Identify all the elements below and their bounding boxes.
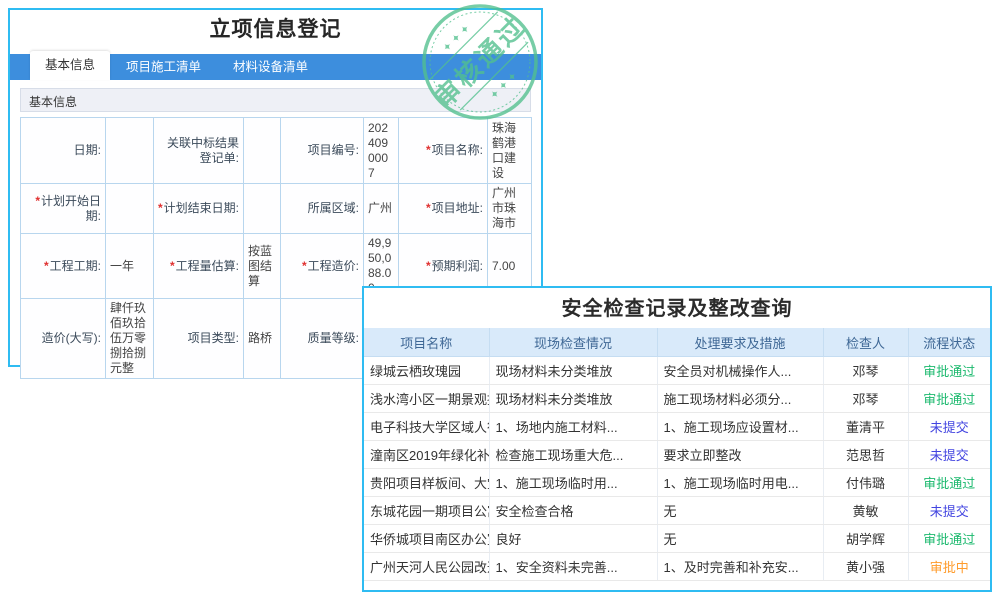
project-name-link[interactable]: 贵阳项目样板间、大堂、 — [364, 469, 489, 497]
inspector-link[interactable]: 范思哲 — [823, 441, 908, 469]
status-badge: 审批通过 — [908, 525, 990, 553]
status-badge: 审批通过 — [908, 357, 990, 385]
safety-table-row: 浅水湾小区一期景观提升现场材料未分类堆放施工现场材料必须分...邓琴审批通过 — [364, 385, 990, 413]
inspection-result-cell: 现场材料未分类堆放 — [489, 385, 657, 413]
safety-inspection-panel: 安全检查记录及整改查询 项目名称 现场检查情况 处理要求及措施 检查人 流程状态… — [362, 286, 992, 592]
form-label-cell: 质量等级: — [281, 299, 364, 379]
form-label-cell: *项目名称: — [399, 118, 488, 184]
required-marker: * — [35, 194, 40, 208]
measures-cell: 无 — [657, 497, 823, 525]
safety-table-row: 电子科技大学区域人行道1、场地内施工材料...1、施工现场应设置材...董清平未… — [364, 413, 990, 441]
col-header-inspection: 现场检查情况 — [489, 328, 657, 357]
inspector-link[interactable]: 胡学辉 — [823, 525, 908, 553]
project-name-link[interactable]: 东城花园一期项目公寓大 — [364, 497, 489, 525]
form-label-cell: *工程量估算: — [154, 234, 244, 299]
safety-table-row: 广州天河人民公园改造工1、安全资料未完善...1、及时完善和补充安...黄小强审… — [364, 553, 990, 581]
safety-table-row: 华侨城项目南区办公室内良好无胡学辉审批通过 — [364, 525, 990, 553]
required-marker: * — [426, 143, 431, 157]
tab-basic-info[interactable]: 基本信息 — [30, 51, 110, 80]
form-value-cell: 按蓝图结算 — [244, 234, 281, 299]
safety-table-row: 绿城云栖玫瑰园现场材料未分类堆放安全员对机械操作人...邓琴审批通过 — [364, 357, 990, 385]
inspection-result-cell: 1、安全资料未完善... — [489, 553, 657, 581]
inspection-result-cell: 检查施工现场重大危... — [489, 441, 657, 469]
form-value-cell: 路桥 — [244, 299, 281, 379]
safety-table-row: 贵阳项目样板间、大堂、1、施工现场临时用...1、施工现场临时用电...付伟璐审… — [364, 469, 990, 497]
inspector-link[interactable]: 邓琴 — [823, 357, 908, 385]
col-header-measures: 处理要求及措施 — [657, 328, 823, 357]
measures-cell: 安全员对机械操作人... — [657, 357, 823, 385]
inspector-link[interactable]: 董清平 — [823, 413, 908, 441]
form-row: 日期: 关联中标结果登记单: 项目编号:2024090007*项目名称:珠海鹤港口建… — [21, 118, 532, 184]
status-badge: 未提交 — [908, 413, 990, 441]
form-label-cell: 项目类型: — [154, 299, 244, 379]
form-value-cell: 广州 — [364, 184, 399, 234]
tab-bar: 基本信息 项目施工清单 材料设备清单 — [10, 54, 541, 80]
col-header-inspector: 检查人 — [823, 328, 908, 357]
form-value-cell — [106, 184, 154, 234]
form-label-cell: 造价(大写): — [21, 299, 106, 379]
form-row: *计划开始日期: *计划结束日期: 所属区域:广州*项目地址:广州市珠海市 — [21, 184, 532, 234]
required-marker: * — [426, 201, 431, 215]
safety-inspection-table: 项目名称 现场检查情况 处理要求及措施 检查人 流程状态 绿城云栖玫瑰园现场材料… — [364, 328, 990, 581]
required-marker: * — [44, 259, 49, 273]
measures-cell: 要求立即整改 — [657, 441, 823, 469]
form-value-cell — [244, 118, 281, 184]
form-label-cell: *项目地址: — [399, 184, 488, 234]
measures-cell: 无 — [657, 525, 823, 553]
status-badge: 未提交 — [908, 441, 990, 469]
form-label-cell: 项目编号: — [281, 118, 364, 184]
required-marker: * — [302, 259, 307, 273]
inspection-result-cell: 安全检查合格 — [489, 497, 657, 525]
col-header-status: 流程状态 — [908, 328, 990, 357]
required-marker: * — [170, 259, 175, 273]
project-name-link[interactable]: 电子科技大学区域人行道 — [364, 413, 489, 441]
project-name-link[interactable]: 潼南区2019年绿化补贴项 — [364, 441, 489, 469]
form-value-cell: 广州市珠海市 — [488, 184, 532, 234]
required-marker: * — [426, 259, 431, 273]
tab-material-equipment-list[interactable]: 材料设备清单 — [217, 54, 324, 80]
status-badge: 审批通过 — [908, 385, 990, 413]
form-value-cell: 珠海鹤港口建设 — [488, 118, 532, 184]
page-title: 立项信息登记 — [10, 18, 541, 42]
safety-query-title: 安全检查记录及整改查询 — [364, 288, 990, 328]
inspection-result-cell: 良好 — [489, 525, 657, 553]
section-header: 基本信息 — [20, 88, 531, 112]
form-label-cell: *计划结束日期: — [154, 184, 244, 234]
status-badge: 审批通过 — [908, 469, 990, 497]
form-label-cell: 所属区域: — [281, 184, 364, 234]
tab-construction-list[interactable]: 项目施工清单 — [110, 54, 217, 80]
inspector-link[interactable]: 付伟璐 — [823, 469, 908, 497]
safety-table-header-row: 项目名称 现场检查情况 处理要求及措施 检查人 流程状态 — [364, 328, 990, 357]
col-header-project-name: 项目名称 — [364, 328, 489, 357]
project-name-link[interactable]: 绿城云栖玫瑰园 — [364, 357, 489, 385]
project-name-link[interactable]: 浅水湾小区一期景观提升 — [364, 385, 489, 413]
form-label-cell: *工程工期: — [21, 234, 106, 299]
form-value-cell: 2024090007 — [364, 118, 399, 184]
measures-cell: 1、施工现场应设置材... — [657, 413, 823, 441]
measures-cell: 1、及时完善和补充安... — [657, 553, 823, 581]
measures-cell: 施工现场材料必须分... — [657, 385, 823, 413]
form-label-cell: 日期: — [21, 118, 106, 184]
form-label-cell: *计划开始日期: — [21, 184, 106, 234]
inspector-link[interactable]: 邓琴 — [823, 385, 908, 413]
status-badge: 未提交 — [908, 497, 990, 525]
inspection-result-cell: 1、场地内施工材料... — [489, 413, 657, 441]
form-label-cell: 关联中标结果登记单: — [154, 118, 244, 184]
form-label-cell: *工程造价: — [281, 234, 364, 299]
project-name-link[interactable]: 华侨城项目南区办公室内 — [364, 525, 489, 553]
inspector-link[interactable]: 黄小强 — [823, 553, 908, 581]
measures-cell: 1、施工现场临时用电... — [657, 469, 823, 497]
inspection-result-cell: 1、施工现场临时用... — [489, 469, 657, 497]
form-value-cell: 肆仟玖佰玖拾伍万零捌拾捌元整 — [106, 299, 154, 379]
safety-table-row: 潼南区2019年绿化补贴项检查施工现场重大危...要求立即整改范思哲未提交 — [364, 441, 990, 469]
inspector-link[interactable]: 黄敏 — [823, 497, 908, 525]
safety-table-row: 东城花园一期项目公寓大安全检查合格无黄敏未提交 — [364, 497, 990, 525]
status-badge: 审批中 — [908, 553, 990, 581]
form-value-cell — [244, 184, 281, 234]
inspection-result-cell: 现场材料未分类堆放 — [489, 357, 657, 385]
project-name-link[interactable]: 广州天河人民公园改造工 — [364, 553, 489, 581]
required-marker: * — [158, 201, 163, 215]
form-value-cell: 一年 — [106, 234, 154, 299]
form-value-cell — [106, 118, 154, 184]
